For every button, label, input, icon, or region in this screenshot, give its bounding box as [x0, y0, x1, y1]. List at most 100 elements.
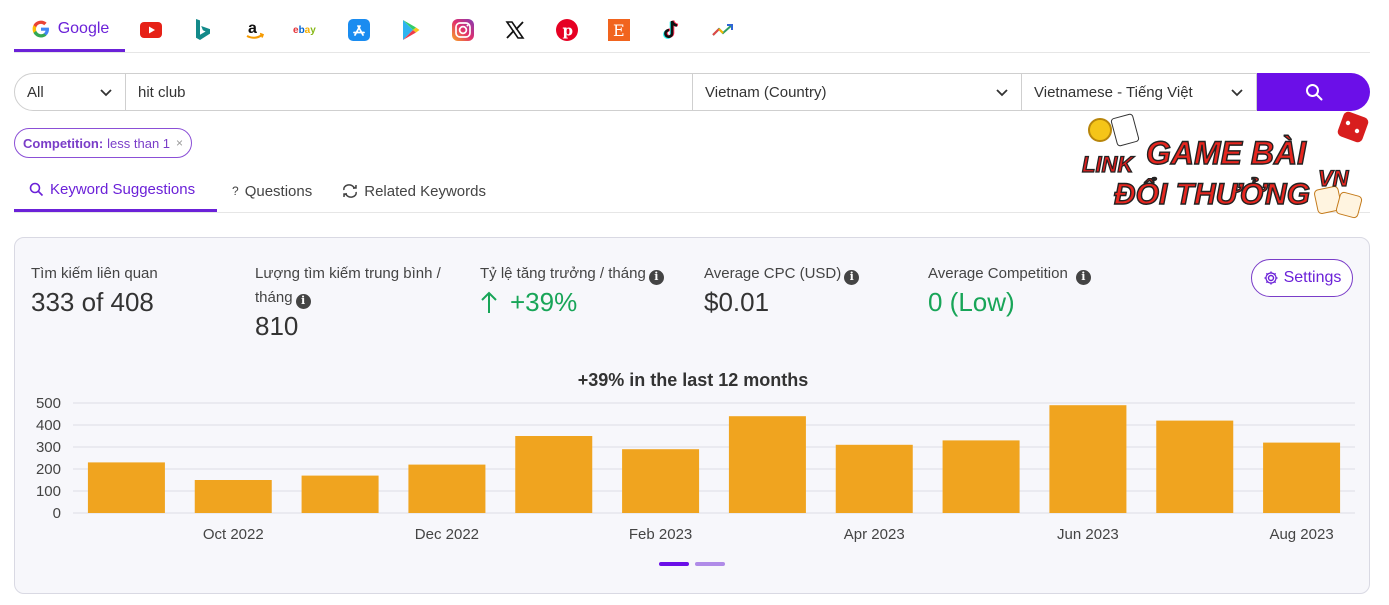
- carousel-dot[interactable]: [695, 562, 725, 566]
- x-icon: [504, 19, 526, 41]
- y-tick-label: 0: [53, 505, 61, 522]
- stat-growth-value: +39%: [510, 287, 578, 317]
- gear-icon: [1264, 271, 1278, 285]
- info-icon[interactable]: i: [1075, 269, 1091, 285]
- stat-related-value: 333 of 408: [31, 287, 154, 317]
- tab-related-keywords-label: Related Keywords: [364, 182, 486, 200]
- country-select[interactable]: Vietnam (Country): [693, 73, 1022, 111]
- settings-button[interactable]: Settings: [1251, 259, 1353, 297]
- bar[interactable]: [622, 449, 700, 513]
- bar[interactable]: [408, 464, 486, 513]
- info-icon[interactable]: i: [648, 269, 664, 285]
- stat-comp-label: Average Competition: [928, 265, 1068, 282]
- tab-youtube[interactable]: [125, 10, 177, 52]
- y-tick-label: 100: [36, 483, 61, 500]
- bar[interactable]: [728, 416, 806, 513]
- tab-keyword-suggestions-label: Keyword Suggestions: [50, 180, 196, 198]
- remove-filter-icon[interactable]: ×: [176, 136, 183, 150]
- tab-ebay[interactable]: ebay: [281, 10, 333, 52]
- search-bar: All hit club Vietnam (Country) Vietnames…: [14, 73, 1370, 111]
- google-icon: [30, 18, 52, 40]
- tab-tiktok[interactable]: [645, 10, 697, 52]
- tab-playstore[interactable]: [385, 10, 437, 52]
- stat-related: Tìm kiếm liên quan 333 of 408: [31, 262, 158, 318]
- svg-text:VN: VN: [1318, 166, 1350, 191]
- search-input[interactable]: hit club: [126, 73, 693, 111]
- bar[interactable]: [194, 480, 272, 513]
- filter-chip-competition[interactable]: Competition: less than 1 ×: [14, 128, 193, 158]
- tab-keyword-suggestions[interactable]: Keyword Suggestions: [14, 170, 217, 212]
- chevron-down-icon: [100, 89, 112, 97]
- svg-text:GAME BÀI: GAME BÀI: [1146, 135, 1307, 171]
- bar[interactable]: [1263, 442, 1341, 513]
- tab-pinterest[interactable]: p: [541, 10, 593, 52]
- ebay-icon: ebay: [293, 19, 321, 41]
- x-tick-label: Dec 2022: [415, 526, 479, 543]
- stat-related-label: Tìm kiếm liên quan: [31, 265, 158, 282]
- x-tick-label: Apr 2023: [844, 526, 905, 543]
- bar[interactable]: [942, 440, 1020, 513]
- tab-instagram[interactable]: [437, 10, 489, 52]
- bar[interactable]: [1156, 420, 1234, 513]
- x-tick-label: Jun 2023: [1057, 526, 1119, 543]
- stat-competition: Average Competition i 0 (Low): [928, 262, 1091, 318]
- bar[interactable]: [835, 444, 913, 513]
- y-tick-label: 300: [36, 439, 61, 456]
- stat-avg-label-2: tháng: [255, 289, 293, 306]
- bar[interactable]: [301, 475, 379, 513]
- info-icon[interactable]: i: [844, 269, 860, 285]
- tab-trends[interactable]: [697, 10, 749, 52]
- instagram-icon: [452, 19, 474, 41]
- tab-google-label: Google: [57, 19, 110, 37]
- tab-related-keywords[interactable]: Related Keywords: [327, 170, 501, 212]
- tab-questions-label: Questions: [244, 182, 313, 200]
- svg-text:ebay: ebay: [293, 25, 316, 36]
- stat-growth-label: Tỷ lệ tăng trưởng / tháng: [480, 265, 646, 282]
- bing-icon: [192, 19, 214, 41]
- search-type-value: All: [27, 83, 44, 101]
- stat-cpc: Average CPC (USD) i $0.01: [704, 262, 860, 318]
- arrow-up-icon: [481, 291, 497, 313]
- country-value: Vietnam (Country): [705, 83, 827, 101]
- y-tick-label: 200: [36, 461, 61, 478]
- chevron-down-icon: [996, 89, 1008, 97]
- svg-text:E: E: [613, 21, 625, 40]
- playstore-icon: [400, 19, 422, 41]
- search-button[interactable]: [1257, 73, 1370, 111]
- youtube-icon: [140, 19, 162, 41]
- svg-text:LINK: LINK: [1082, 152, 1135, 177]
- tiktok-icon: [660, 19, 682, 41]
- tab-amazon[interactable]: a: [229, 10, 281, 52]
- svg-text:a: a: [248, 20, 257, 37]
- trends-icon: [712, 19, 734, 41]
- bar[interactable]: [515, 436, 593, 513]
- overview-card: Tìm kiếm liên quan 333 of 408 Lượng tìm …: [14, 237, 1370, 594]
- svg-text:p: p: [563, 22, 574, 40]
- bar[interactable]: [87, 462, 165, 513]
- watermark-logo: LINK GAME BÀI ĐỔI THƯỞNG VN: [1081, 111, 1369, 219]
- x-tick-label: Oct 2022: [203, 526, 264, 543]
- filter-value: less than 1: [107, 135, 171, 151]
- tab-bing[interactable]: [177, 10, 229, 52]
- language-select[interactable]: Vietnamese - Tiếng Việt: [1022, 73, 1257, 111]
- carousel-dots: [659, 562, 725, 566]
- tab-x[interactable]: [489, 10, 541, 52]
- tab-etsy[interactable]: E: [593, 10, 645, 52]
- y-tick-label: 500: [36, 395, 61, 412]
- search-icon: [29, 182, 44, 196]
- info-icon[interactable]: i: [295, 293, 311, 309]
- tab-appstore[interactable]: [333, 10, 385, 52]
- stat-cpc-label: Average CPC (USD): [704, 265, 842, 282]
- search-type-select[interactable]: All: [14, 73, 126, 111]
- search-icon: [1305, 84, 1322, 101]
- carousel-dot-active[interactable]: [659, 562, 689, 566]
- stat-avg-volume: Lượng tìm kiếm trung bình / tháng i 810: [255, 262, 441, 342]
- stat-comp-value: 0 (Low): [928, 287, 1015, 317]
- filter-key: Competition:: [23, 135, 104, 151]
- x-tick-label: Aug 2023: [1269, 526, 1333, 543]
- tab-questions[interactable]: ? Questions: [217, 170, 327, 212]
- tab-google[interactable]: Google: [14, 10, 125, 52]
- bar[interactable]: [1049, 405, 1127, 513]
- svg-text:ĐỔI THƯỞNG: ĐỔI THƯỞNG: [1114, 176, 1310, 211]
- language-value: Vietnamese - Tiếng Việt: [1034, 83, 1193, 101]
